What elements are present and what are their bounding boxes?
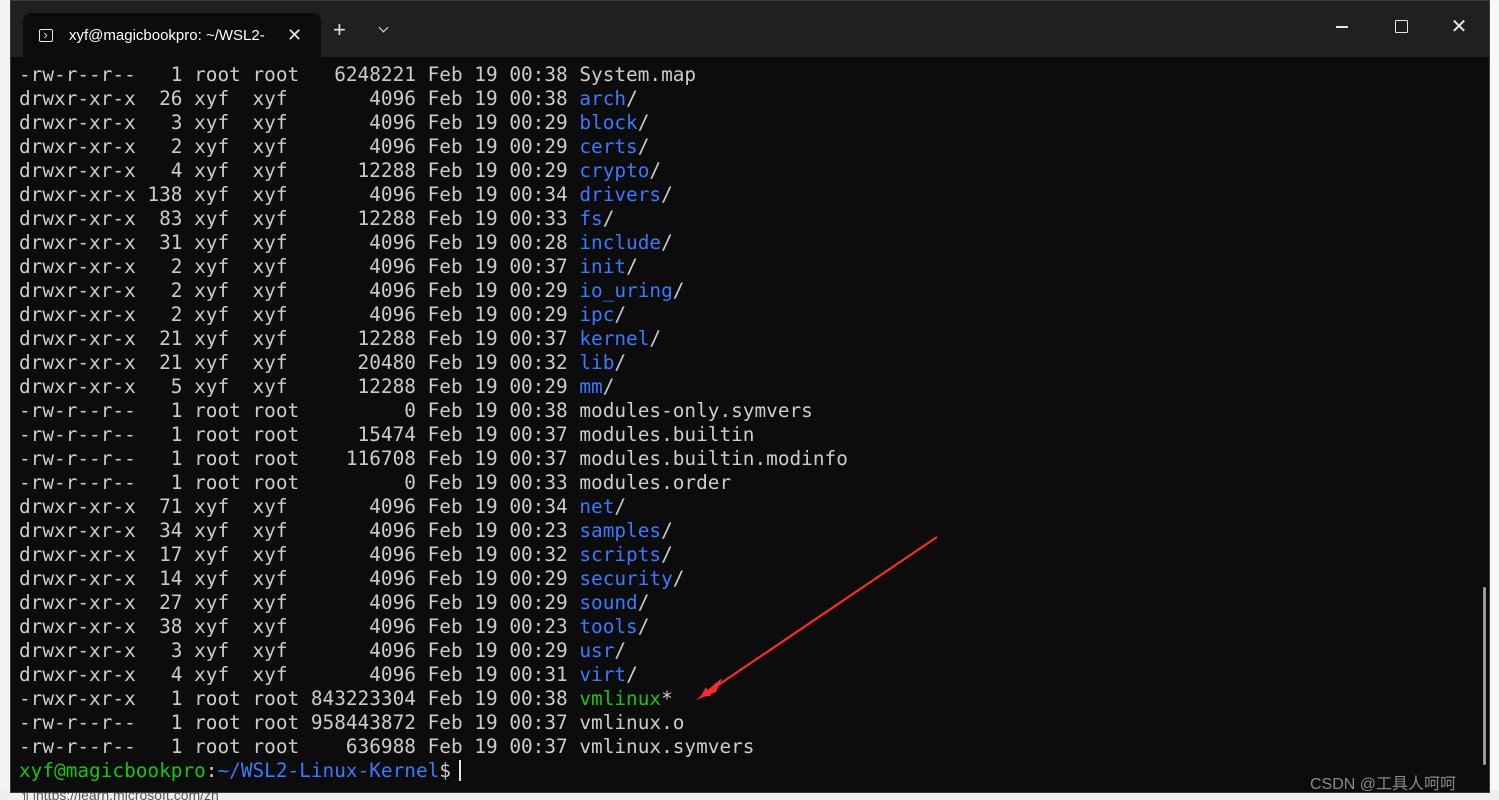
watermark: CSDN @工具人呵呵: [1310, 776, 1457, 793]
annotation-arrow: [696, 536, 938, 700]
arrow-head: [696, 678, 722, 700]
arrow-line: [700, 536, 938, 698]
